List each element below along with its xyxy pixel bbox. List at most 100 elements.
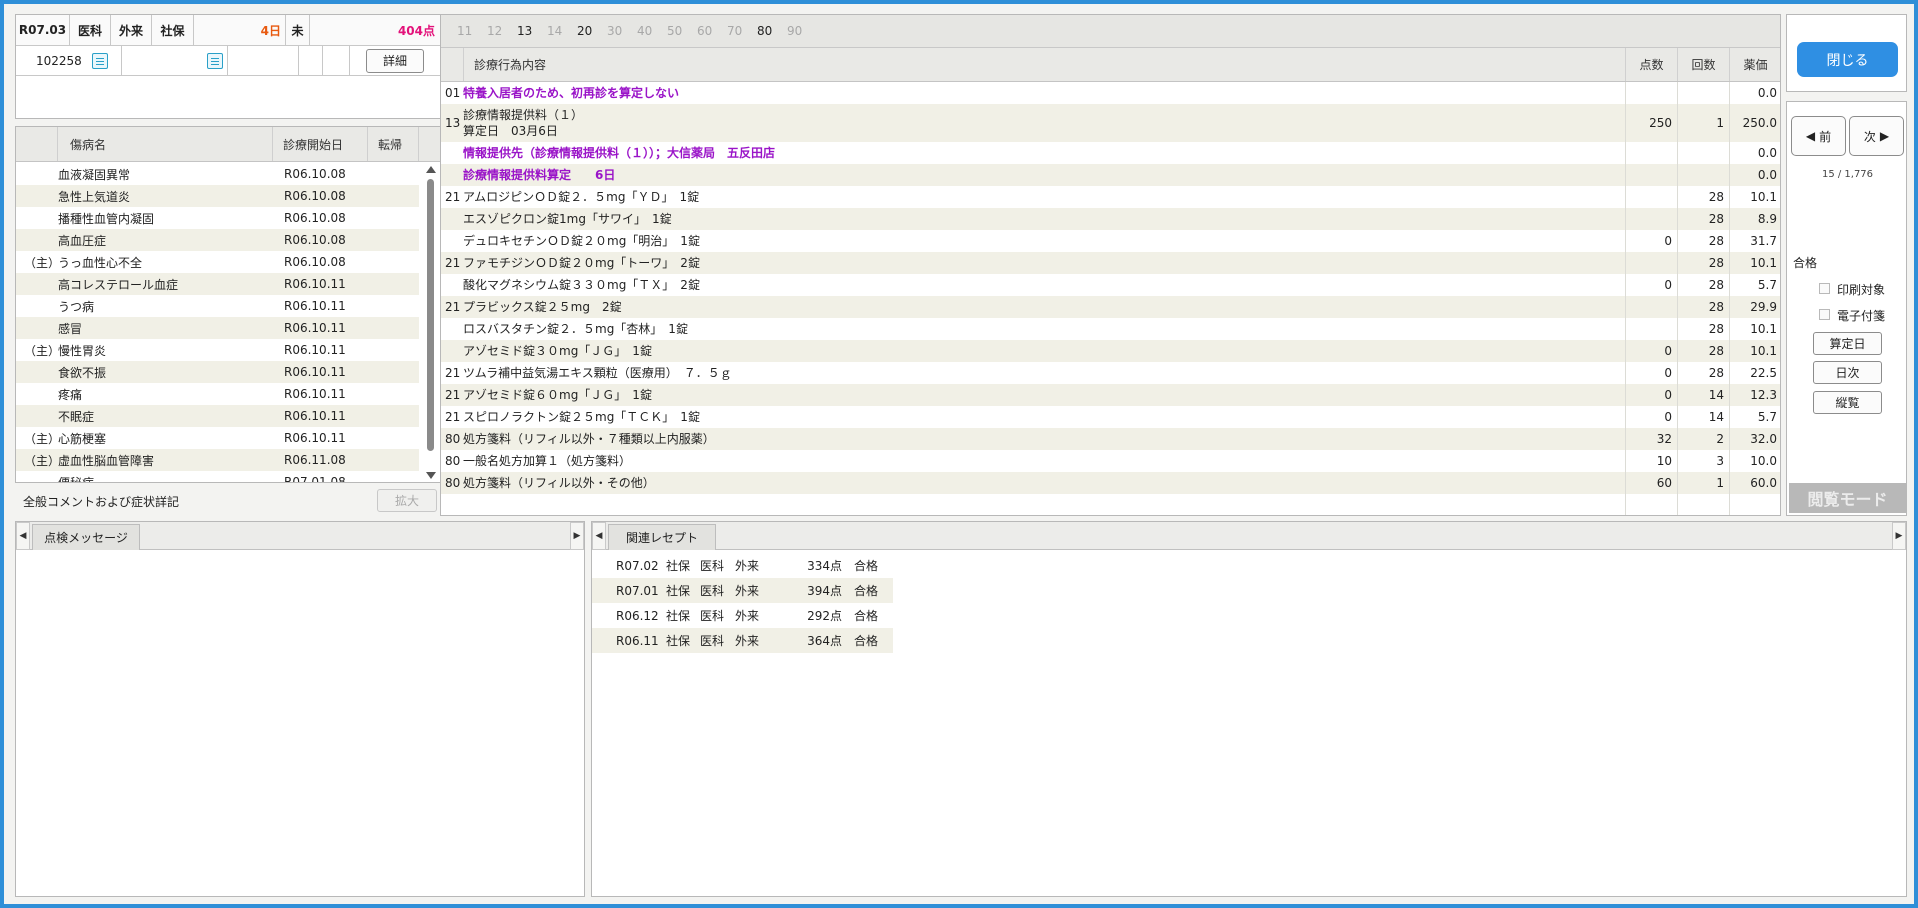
treatment-row[interactable]: エスゾピクロン錠1mg「サワイ」 1錠 28 8.9	[441, 208, 1780, 230]
price-value: 31.7	[1750, 234, 1777, 248]
disease-row[interactable]: 不眠症 R06.10.11	[16, 405, 419, 427]
page-tab-50[interactable]: 50	[667, 24, 697, 38]
receipt-visit: 外来	[735, 559, 760, 573]
treatment-row[interactable]: アゾセミド錠３０mg「ＪＧ」 1錠 0 28 10.1	[441, 340, 1780, 362]
e-tag-checkbox[interactable]	[1819, 309, 1830, 320]
overview-button[interactable]: 縦覧	[1813, 391, 1882, 414]
disease-row[interactable]: （主） 心筋梗塞 R06.10.11	[16, 427, 419, 449]
disease-row[interactable]: 血液凝固異常 R06.10.08	[16, 163, 419, 185]
page-tab-90[interactable]: 90	[787, 24, 817, 38]
column-points[interactable]: 点数	[1625, 48, 1677, 81]
page-tab-12[interactable]: 12	[487, 24, 517, 38]
disease-row[interactable]: 便秘症 R07.01.08	[16, 471, 419, 482]
treatment-row[interactable]: ロスバスタチン錠２．５mg「杏林」 1錠 28 10.1	[441, 318, 1780, 340]
document-icon[interactable]	[91, 52, 108, 69]
print-target-checkbox[interactable]	[1819, 283, 1830, 294]
treatment-row[interactable]: デュロキセチンＯＤ錠２０mg「明治」 1錠 0 28 31.7	[441, 230, 1780, 252]
page-tab-14[interactable]: 14	[547, 24, 577, 38]
close-button[interactable]: 閉じる	[1797, 42, 1898, 77]
treatment-content: 酸化マグネシウム錠３３０mg「ＴＸ」 2錠	[463, 274, 700, 296]
column-price[interactable]: 薬価	[1729, 48, 1780, 81]
prev-button[interactable]: ◀ 前	[1791, 116, 1846, 156]
patient-id-cell: 102258	[16, 46, 122, 75]
receipt-type: 医科	[700, 609, 725, 623]
related-receipt-row[interactable]: R07.01 社保 医科 外来 394点 合格	[592, 578, 893, 603]
treatment-row[interactable]: 21 プラビックス錠２５mg 2錠 28 29.9	[441, 296, 1780, 318]
column-disease-name[interactable]: 傷病名	[58, 127, 273, 161]
disease-row[interactable]: うつ病 R06.10.11	[16, 295, 419, 317]
disease-scrollbar[interactable]	[424, 163, 438, 482]
main-flag: （主）	[24, 255, 61, 270]
expand-button[interactable]: 拡大	[377, 489, 437, 512]
receipt-status: 合格	[854, 609, 879, 623]
treatment-row[interactable]: 01 特養入居者のため、初再診を算定しない 0.0	[441, 82, 1780, 104]
total-points: 404点	[397, 23, 435, 38]
related-receipt-row[interactable]: R06.12 社保 医科 外来 292点 合格	[592, 603, 893, 628]
treatment-text: アゾセミド錠６０mg「ＪＧ」 1錠	[463, 388, 652, 402]
treatment-row[interactable]: 80 処方箋料（リフィル以外・７種類以上内服薬） 32 2 32.0	[441, 428, 1780, 450]
scrollbar-thumb[interactable]	[427, 179, 434, 451]
page-tab-13[interactable]: 13	[517, 24, 547, 38]
related-receipt-row[interactable]: R07.02 社保 医科 外来 334点 合格	[592, 553, 893, 578]
disease-row[interactable]: 疼痛 R06.10.11	[16, 383, 419, 405]
column-outcome[interactable]: 転帰	[368, 127, 419, 161]
start-date: R06.10.11	[284, 387, 346, 401]
disease-row[interactable]: 食欲不振 R06.10.11	[16, 361, 419, 383]
page-tab-60[interactable]: 60	[697, 24, 727, 38]
treatment-row[interactable]: 80 処方箋料（リフィル以外・その他） 60 1 60.0	[441, 472, 1780, 494]
treatment-text: ロスバスタチン錠２．５mg「杏林」 1錠	[463, 322, 688, 336]
page-tab-20[interactable]: 20	[577, 24, 607, 38]
price-value: 10.1	[1750, 190, 1777, 204]
disease-row[interactable]: 高コレステロール血症 R06.10.11	[16, 273, 419, 295]
treatment-row[interactable]: 診療情報提供料算定 6日 0.0	[441, 164, 1780, 186]
tab-check-messages[interactable]: 点検メッセージ	[32, 524, 140, 550]
treatment-row[interactable]: 21 スピロノラクトン錠２５mg「ＴＣＫ」 1錠 0 14 5.7	[441, 406, 1780, 428]
tab-right-arrow[interactable]: ▶	[570, 522, 584, 550]
treatment-row[interactable]: 21 アゾセミド錠６０mg「ＪＧ」 1錠 0 14 12.3	[441, 384, 1780, 406]
navigation-panel: ◀ 前 次 ▶ 15 / 1,776 合格 印刷対象 電子付箋 算定日 日次 縦覧 …	[1786, 101, 1907, 516]
column-start-date[interactable]: 診療開始日	[273, 127, 368, 161]
treatment-row[interactable]: 13 診療情報提供料（１） 算定日 03月6日 250 1 250.0	[441, 104, 1780, 142]
treatment-row[interactable]: 21 ツムラ補中益気湯エキス顆粒（医療用） ７．５ｇ 0 28 22.5	[441, 362, 1780, 384]
price-value: 0.0	[1757, 146, 1777, 160]
tab-left-arrow[interactable]: ◀	[592, 522, 606, 550]
count-value: 3	[1716, 454, 1724, 468]
column-count[interactable]: 回数	[1677, 48, 1729, 81]
disease-row[interactable]: 高血圧症 R06.10.08	[16, 229, 419, 251]
points-value	[1625, 164, 1672, 186]
tab-related-receipts[interactable]: 関連レセプト	[608, 524, 716, 550]
disease-row[interactable]: （主） 慢性胃炎 R06.10.11	[16, 339, 419, 361]
page-tab-30[interactable]: 30	[607, 24, 637, 38]
column-content[interactable]: 診療行為内容	[463, 48, 1625, 81]
page-tab-11[interactable]: 11	[457, 24, 487, 38]
page-tab-70[interactable]: 70	[727, 24, 757, 38]
treatment-row[interactable]: 酸化マグネシウム錠３３０mg「ＴＸ」 2錠 0 28 5.7	[441, 274, 1780, 296]
tab-left-arrow[interactable]: ◀	[16, 522, 30, 550]
treatment-table-header: 診療行為内容 点数 回数 薬価	[441, 48, 1780, 82]
calc-day-button[interactable]: 算定日	[1813, 332, 1882, 355]
disease-row[interactable]: 急性上気道炎 R06.10.08	[16, 185, 419, 207]
related-receipt-row[interactable]: R06.11 社保 医科 外来 364点 合格	[592, 628, 893, 653]
disease-row[interactable]: 播種性血管内凝固 R06.10.08	[16, 207, 419, 229]
disease-row[interactable]: 感冒 R06.10.11	[16, 317, 419, 339]
treatment-row[interactable]: 21 アムロジピンＯＤ錠２．５mg「ＹＤ」 1錠 28 10.1	[441, 186, 1780, 208]
disease-row[interactable]: （主） うっ血性心不全 R06.10.08	[16, 251, 419, 273]
daily-button[interactable]: 日次	[1813, 361, 1882, 384]
treatment-text: ツムラ補中益気湯エキス顆粒（医療用） ７．５ｇ	[463, 366, 732, 380]
next-button[interactable]: 次 ▶	[1849, 116, 1904, 156]
treatment-row[interactable]: 21 ファモチジンＯＤ錠２０mg「トーワ」 2錠 28 10.1	[441, 252, 1780, 274]
treatment-row[interactable]: 80 一般名処方加算１（処方箋料） 10 3 10.0	[441, 450, 1780, 472]
tab-right-arrow[interactable]: ▶	[1892, 522, 1906, 550]
scroll-down-arrow[interactable]	[426, 472, 436, 479]
treatment-row[interactable]: 情報提供先（診療情報提供料（１））；大信薬局 五反田店 0.0	[441, 142, 1780, 164]
price-value: 0.0	[1757, 168, 1777, 182]
page-tab-40[interactable]: 40	[637, 24, 667, 38]
detail-button[interactable]: 詳細	[366, 48, 424, 73]
receipt-points: 292点	[807, 609, 842, 623]
disease-row[interactable]: （主） 虚血性脳血管障害 R06.11.08	[16, 449, 419, 471]
page-tab-80[interactable]: 80	[757, 24, 787, 38]
count-value: 1	[1716, 116, 1724, 130]
scroll-up-arrow[interactable]	[426, 166, 436, 173]
document-icon[interactable]	[207, 52, 223, 69]
points-value: 0	[1664, 410, 1672, 424]
